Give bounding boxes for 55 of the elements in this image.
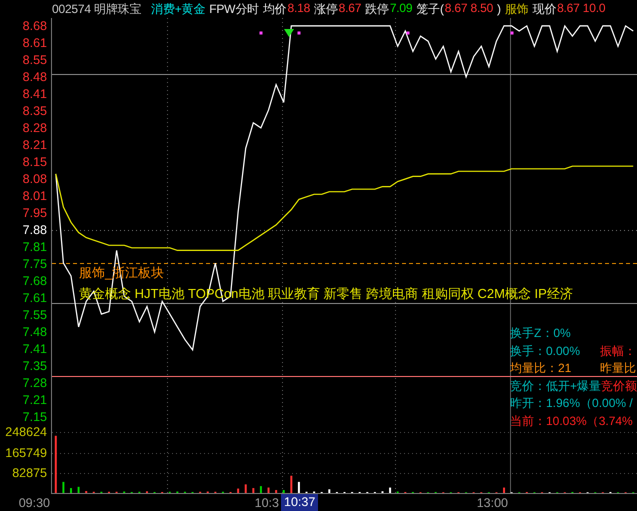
axis-label: 7.95 (22, 206, 47, 220)
axis-label: 7.15 (22, 410, 47, 424)
header-label: 涨停 (314, 0, 338, 18)
axis-label: 8.48 (22, 70, 47, 84)
axis-label: 8.41 (22, 87, 47, 101)
header-label: FPW分时 (209, 0, 259, 18)
header-label: 笼子( (416, 0, 444, 18)
info-text: 振幅： (600, 342, 636, 360)
header-value: 8.67 (338, 0, 362, 16)
info-text: 昨开：1.96%（0.00% / (510, 395, 633, 412)
axis-label: 7.28 (22, 376, 47, 390)
info-text: 均量比：21 (510, 360, 572, 378)
axis-label: 8.01 (22, 189, 47, 204)
axis-label: 8.35 (22, 104, 47, 118)
axis-label: 8.28 (22, 120, 47, 135)
axis-label: 7.48 (22, 324, 47, 339)
header-value: 8.67 8.50 (444, 0, 494, 16)
time-cursor-label: 10:37 (281, 494, 318, 511)
axis-label: 7.81 (22, 240, 47, 254)
info-text: 竞价额 (601, 378, 637, 395)
axis-label: 7.68 (22, 274, 47, 288)
axis-label: 7.55 (22, 308, 47, 322)
axis-label: 82875 (12, 466, 47, 480)
header-value: 8.18 (287, 0, 310, 16)
axis-label: 8.61 (22, 36, 47, 50)
axis-label: 7.61 (22, 291, 47, 306)
axis-label: 8.68 (22, 18, 47, 33)
axis-label: 7.41 (22, 342, 47, 356)
info-text: 昨量比 (600, 360, 636, 378)
axis-label: 8.15 (22, 154, 47, 169)
sector-label: 消费+黄金 (151, 0, 206, 18)
axis-label: 7.88 (22, 222, 47, 237)
axis-label: 8.08 (22, 172, 47, 186)
info-text: 换手Z：0% (510, 325, 571, 342)
axis-label: 248624 (5, 424, 47, 439)
header-label: ) (497, 2, 501, 16)
axis-label: 7.21 (22, 393, 47, 408)
info-text: 竞价：低开+爆量 (510, 378, 602, 395)
time-label: 13:00 (476, 496, 509, 510)
info-text: 当前：10.03%（3.74% (510, 412, 633, 430)
header-value: 8.67 10.0 (557, 0, 606, 16)
axis-label: 8.21 (22, 138, 47, 152)
industry-tag: 服饰 (504, 0, 528, 18)
info-text: 换手：0.00% (510, 342, 580, 360)
axis-label: 165749 (5, 446, 47, 460)
header-label: 跌停 (365, 0, 389, 18)
stock-name: 002574 明牌珠宝 (52, 0, 142, 18)
header-label: 现价 (532, 0, 556, 18)
header-label: 均价 (262, 0, 286, 18)
axis-label: 8.55 (22, 52, 47, 67)
axis-label: 7.75 (22, 256, 47, 271)
time-label: 09:30 (18, 496, 51, 510)
time-label: 10:3 (254, 496, 280, 510)
axis-label: 7.35 (22, 358, 47, 373)
header-value: 7.09 (390, 0, 412, 16)
